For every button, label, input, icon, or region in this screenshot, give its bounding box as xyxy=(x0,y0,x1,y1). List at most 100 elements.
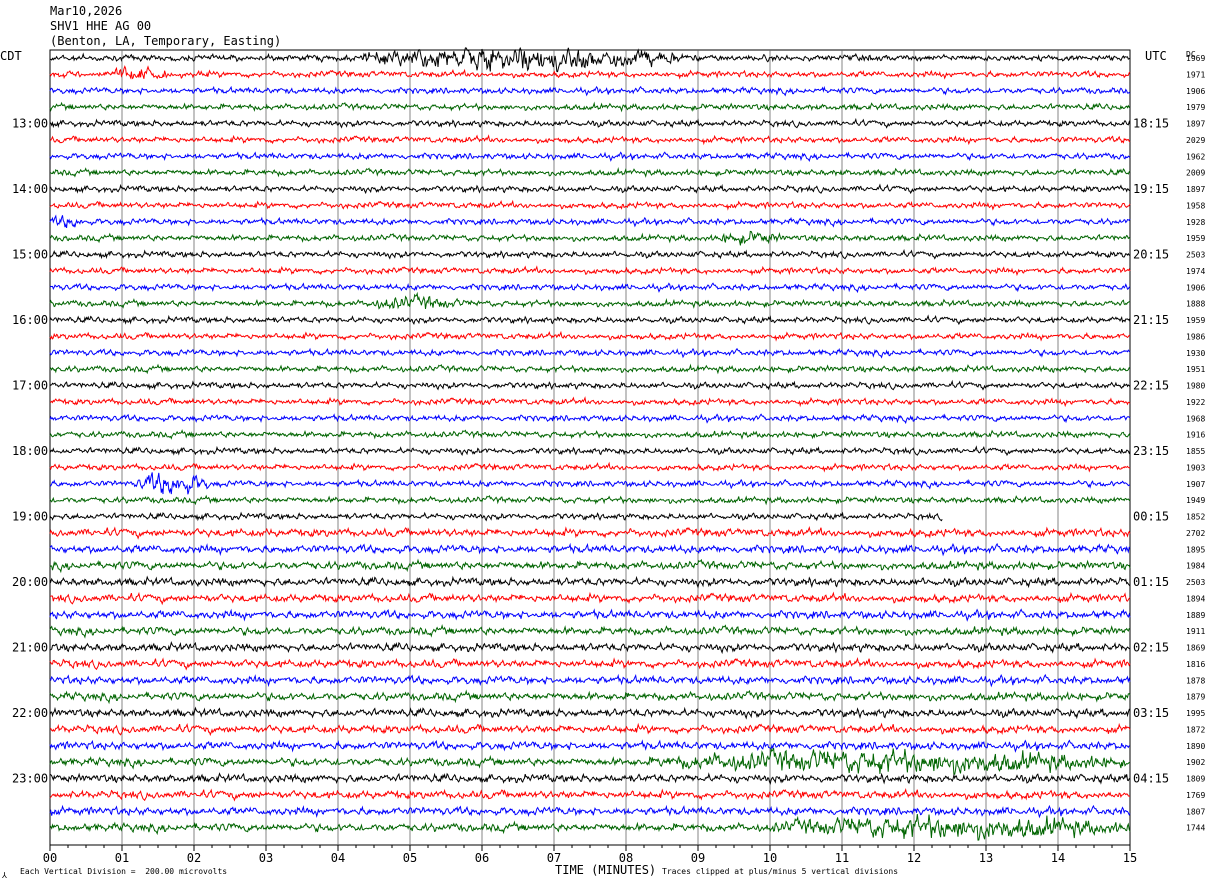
seismic-trace xyxy=(49,526,1131,540)
seismic-trace xyxy=(49,134,1131,146)
dc-offset-label: 1969 xyxy=(1186,54,1205,63)
dc-offset-label: 1968 xyxy=(1186,414,1205,423)
dc-offset-label: 1878 xyxy=(1186,676,1205,685)
cdt-hour-label: 20:00 xyxy=(12,575,48,589)
dc-offset-label: 1744 xyxy=(1186,824,1205,833)
seismic-trace xyxy=(49,494,1131,506)
dc-offset-label: 1995 xyxy=(1186,709,1205,718)
seismic-trace xyxy=(49,558,1131,574)
seismic-trace xyxy=(49,396,1131,408)
utc-hour-label: 22:15 xyxy=(1133,379,1169,393)
dc-offset-label: 2503 xyxy=(1186,251,1205,260)
seismic-trace xyxy=(49,413,1131,425)
seismic-trace xyxy=(49,641,1131,655)
x-tick-label: 10 xyxy=(763,851,777,865)
seismic-trace xyxy=(49,46,1131,73)
seismic-trace xyxy=(49,722,1131,737)
scale-footnote: Each Vertical Division = 200.00 microvol… xyxy=(20,867,228,876)
seismic-trace xyxy=(49,472,1131,495)
seismic-trace xyxy=(49,314,1131,326)
utc-hour-label: 00:15 xyxy=(1133,510,1169,524)
seismic-trace xyxy=(49,379,1131,391)
utc-hour-label: 03:15 xyxy=(1133,706,1169,720)
seismic-trace xyxy=(49,787,1131,802)
dc-offset-label: 1951 xyxy=(1186,365,1205,374)
seismic-trace xyxy=(49,706,1131,720)
seismic-trace xyxy=(49,248,1131,260)
x-tick-label: 14 xyxy=(1051,851,1065,865)
x-tick-label: 11 xyxy=(835,851,849,865)
cdt-hour-label: 13:00 xyxy=(12,117,48,131)
cdt-hour-label: 14:00 xyxy=(12,182,48,196)
dc-offset-label: 1852 xyxy=(1186,513,1205,522)
dc-offset-label: 1980 xyxy=(1186,382,1205,391)
dc-offset-label: 2702 xyxy=(1186,529,1205,538)
dc-offset-label: 2503 xyxy=(1186,578,1205,587)
cdt-hour-label: 17:00 xyxy=(12,379,48,393)
dc-offset-label: 1906 xyxy=(1186,87,1205,96)
seismic-trace xyxy=(49,542,1131,557)
dc-offset-label: 1888 xyxy=(1186,300,1205,309)
cdt-hour-label: 19:00 xyxy=(12,510,48,524)
dc-offset-label: 1809 xyxy=(1186,775,1205,784)
seismic-trace xyxy=(49,461,1131,473)
cdt-hour-label: 21:00 xyxy=(12,641,48,655)
dc-offset-label: 1894 xyxy=(1186,594,1205,603)
x-tick-label: 04 xyxy=(331,851,345,865)
x-tick-label: 02 xyxy=(187,851,201,865)
dc-offset-label: 1930 xyxy=(1186,349,1205,358)
seismic-trace xyxy=(49,363,1131,375)
clip-footnote: Traces clipped at plus/minus 5 vertical … xyxy=(662,867,899,876)
x-tick-label: 06 xyxy=(475,851,489,865)
seismic-trace xyxy=(49,673,1131,688)
seismic-trace xyxy=(49,330,1131,342)
seismic-trace xyxy=(49,624,1131,639)
plot-frame xyxy=(49,49,1131,846)
seismic-trace xyxy=(49,85,1131,97)
utc-hour-label: 18:15 xyxy=(1133,117,1169,131)
x-tick-label: 15 xyxy=(1123,851,1137,865)
dc-offset-label: 1974 xyxy=(1186,267,1205,276)
utc-hour-label: 21:15 xyxy=(1133,313,1169,327)
dc-offset-label: 1889 xyxy=(1186,611,1205,620)
seismic-trace xyxy=(49,608,1131,622)
logo-mark: ⅄ xyxy=(2,871,7,880)
seismic-trace xyxy=(49,689,1131,705)
utc-hour-label: 04:15 xyxy=(1133,772,1169,786)
dc-offset-label: 2009 xyxy=(1186,169,1205,178)
dc-offset-label: 1971 xyxy=(1186,70,1205,79)
seismic-trace xyxy=(49,445,1131,457)
dc-offset-label: 1769 xyxy=(1186,791,1205,800)
seismic-trace xyxy=(49,747,1131,775)
cdt-hour-label: 15:00 xyxy=(12,248,48,262)
seismic-trace xyxy=(49,739,1131,753)
dc-offset-label: 1807 xyxy=(1186,807,1205,816)
dc-offset-label: 1903 xyxy=(1186,463,1205,472)
seismic-trace xyxy=(49,575,1131,589)
seismic-trace xyxy=(49,804,1131,819)
utc-hour-label: 20:15 xyxy=(1133,248,1169,262)
x-tick-label: 05 xyxy=(403,851,417,865)
seismic-trace xyxy=(49,214,1131,229)
seismic-trace xyxy=(49,347,1131,359)
dc-offset-label: 2029 xyxy=(1186,136,1205,145)
dc-offset-label: 1959 xyxy=(1186,316,1205,325)
dc-offset-label: 1902 xyxy=(1186,758,1205,767)
seismic-trace xyxy=(49,151,1131,163)
cdt-hour-label: 18:00 xyxy=(12,444,48,458)
seismic-trace xyxy=(49,265,1131,277)
helicorder-plot: 00 01 02 03 04 05 06 07 08 09 10 11 12 13 14 1519691971… xyxy=(12,46,1205,865)
dc-offset-label: 1869 xyxy=(1186,644,1205,653)
dc-offset-label: 1928 xyxy=(1186,218,1205,227)
dc-offset-label: 1879 xyxy=(1186,693,1205,702)
seismic-trace xyxy=(49,65,1131,80)
dc-offset-label: 1890 xyxy=(1186,742,1205,751)
dc-offset-label: 1906 xyxy=(1186,283,1205,292)
seismic-trace xyxy=(49,117,1131,129)
cdt-hour-label: 16:00 xyxy=(12,313,48,327)
dc-offset-label: 1897 xyxy=(1186,185,1205,194)
seismic-trace xyxy=(49,282,1131,294)
dc-offset-label: 1916 xyxy=(1186,431,1205,440)
dc-offset-label: 1979 xyxy=(1186,103,1205,112)
dc-offset-label: 1911 xyxy=(1186,627,1205,636)
